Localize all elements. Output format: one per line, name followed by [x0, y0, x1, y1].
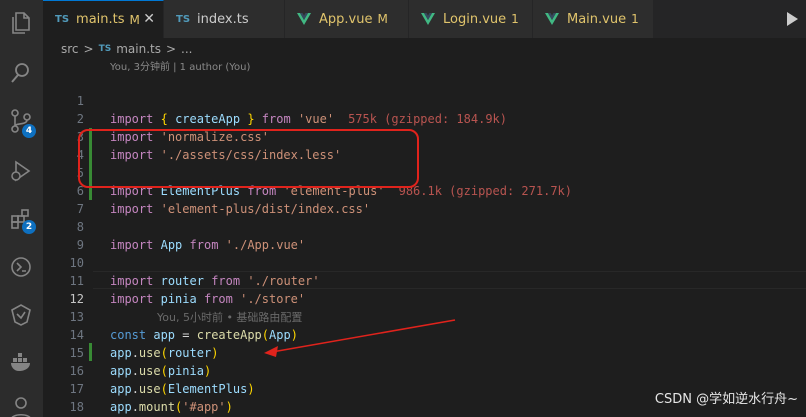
code-line: 15 app.use(pinia) [43, 326, 806, 378]
watermark: CSDN @学如逆水行舟~ [654, 392, 798, 407]
code-line: 3 import './assets/css/index.less' [43, 110, 806, 162]
typescript-icon: TS [176, 13, 191, 25]
vue-icon [421, 13, 435, 25]
tab-login-vue[interactable]: Login.vue 1 [409, 0, 533, 38]
tab-main-ts[interactable]: TS main.ts M ✕ [43, 0, 164, 38]
code-line: 10 import router from './router' [43, 236, 806, 288]
code-line: 7 [43, 182, 806, 216]
extensions-badge: 2 [22, 220, 36, 234]
explorer-icon[interactable] [8, 10, 34, 36]
code-line: 6 import 'element-plus/dist/index.css' [43, 164, 806, 216]
code-line: 16 app.use(ElementPlus) [43, 344, 806, 396]
tab-index-ts[interactable]: TS index.ts [164, 0, 285, 38]
code-editor[interactable]: You, 3分钟前 | 1 author (You) 1 import { cr… [43, 60, 806, 417]
code-line: 4 [43, 128, 806, 162]
breadcrumb-folder[interactable]: src [61, 42, 79, 56]
tab-bar: TS main.ts M ✕ TS index.ts App.vue M Log… [43, 0, 806, 38]
problem-count: 1 [511, 12, 519, 26]
tab-main-vue[interactable]: Main.vue 1 [533, 0, 654, 38]
codelens-blame[interactable]: You, 3分钟前 | 1 author (You) [110, 61, 250, 75]
code-line: 1 import { createApp } from 'vue' 575k (g… [43, 74, 806, 126]
code-line: 8 import App from './App.vue' [43, 200, 806, 252]
tab-label: App.vue [319, 11, 373, 27]
tab-app-vue[interactable]: App.vue M [285, 0, 409, 38]
vue-icon [297, 13, 311, 25]
code-line: 9 [43, 218, 806, 252]
tab-label: Main.vue [567, 11, 627, 27]
modified-indicator: M [377, 12, 388, 26]
chevron-right-icon: > [83, 42, 94, 56]
code-line: 17 app.mount('#app') [43, 362, 806, 414]
code-line: 5 import ElementPlus from 'element-plus'… [43, 146, 806, 198]
vue-icon [545, 13, 559, 25]
code-line: 13 const app = createApp(App) [43, 290, 806, 342]
git-lens-icon[interactable] [8, 302, 34, 328]
modified-indicator: M [129, 12, 140, 27]
breadcrumb: src > TS main.ts > ... [43, 38, 806, 60]
tab-label: Login.vue [443, 11, 507, 27]
chevron-right-icon: > [165, 42, 177, 56]
tab-label: index.ts [197, 11, 249, 27]
close-icon[interactable]: ✕ [143, 12, 155, 26]
activity-bar: 4 2 [0, 0, 43, 417]
code-line: 11 import pinia from './store' [43, 254, 806, 306]
typescript-icon: TS [98, 44, 112, 54]
problem-count: 1 [631, 12, 639, 26]
account-icon[interactable] [8, 394, 34, 417]
breadcrumb-more[interactable]: ... [181, 42, 192, 56]
line-number: 18 [69, 400, 84, 414]
typescript-icon: TS [55, 14, 70, 25]
run-button[interactable] [787, 12, 798, 26]
remote-icon[interactable] [8, 254, 34, 280]
run-debug-icon[interactable] [8, 158, 34, 184]
code-line-current: 12 You, 5小时前 • 基础路由配置 [43, 272, 806, 324]
code-line: 2 import 'normalize.css' [43, 92, 806, 144]
breadcrumb-file[interactable]: main.ts [116, 42, 161, 56]
search-icon[interactable] [8, 60, 34, 86]
code-line: 14 app.use(router) [43, 308, 806, 360]
source-control-badge: 4 [22, 124, 36, 138]
docker-icon[interactable] [8, 348, 34, 374]
tab-label: main.ts [76, 12, 125, 27]
